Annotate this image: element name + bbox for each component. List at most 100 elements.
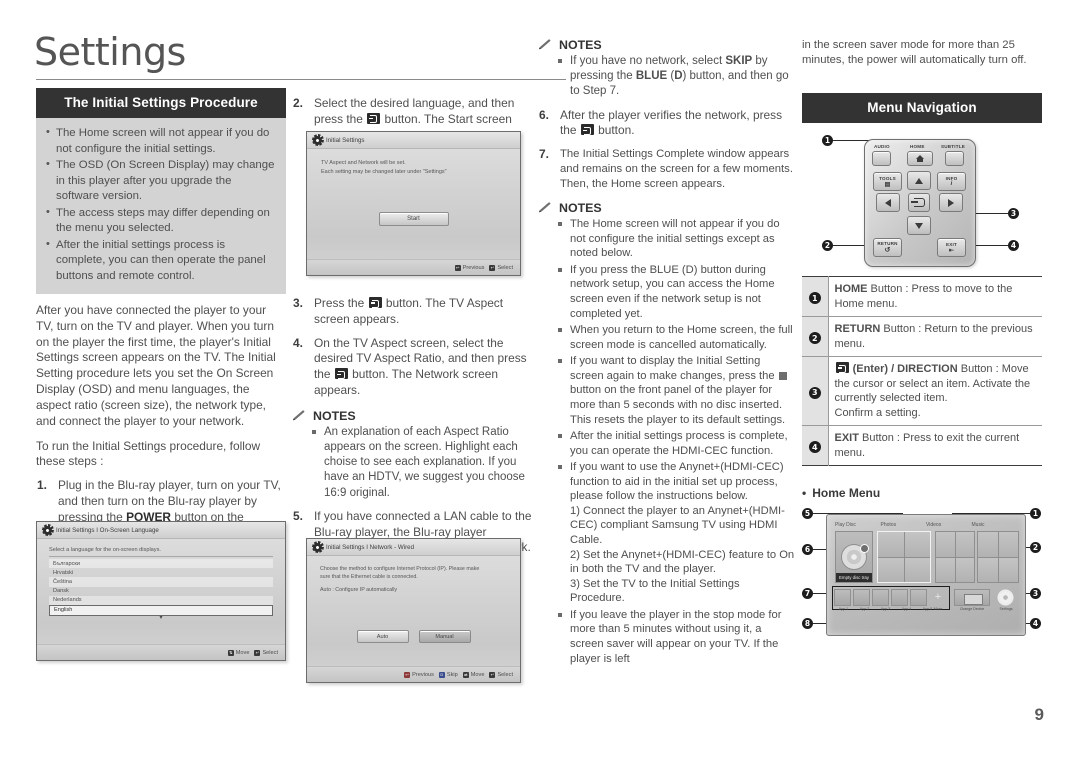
network-message-line2: sure that the Ethernet cable is connecte…	[320, 574, 418, 581]
down-button[interactable]	[907, 216, 931, 235]
photos-tile-grid[interactable]	[877, 531, 931, 583]
tab-videos[interactable]: Videos	[926, 522, 972, 528]
enter-button[interactable]	[908, 193, 930, 212]
language-option[interactable]: Čeština	[49, 577, 273, 587]
audio-button[interactable]	[872, 151, 891, 166]
divider	[49, 556, 273, 557]
exit-button[interactable]: EXIT ⇤	[937, 238, 966, 257]
button-desc: Button : Press to exit the current menu.	[834, 432, 1020, 459]
footer-previous: ↩ Previous	[404, 671, 434, 678]
callout-number: 1	[808, 292, 821, 305]
footer-select: ↵ Select	[489, 671, 513, 678]
language-option[interactable]: Nederlands	[49, 595, 273, 605]
auto-button[interactable]: Auto	[356, 630, 409, 644]
table-desc-cell: HOME Button : Press to move to the Home …	[828, 277, 1042, 317]
videos-tile-grid[interactable]	[935, 531, 975, 583]
pencil-icon	[292, 410, 305, 421]
tab-music[interactable]: Music	[972, 522, 1018, 528]
callout-6: 6	[802, 544, 813, 555]
notes-header-col2: NOTES	[292, 409, 532, 423]
footer-select: ↵ Select	[489, 264, 513, 271]
language-prompt: Select a language for the on-screen disp…	[49, 547, 161, 553]
steps-list-col3: 6. After the player verifies the network,…	[538, 108, 796, 192]
right-button[interactable]	[939, 193, 963, 212]
callout-2: 2	[822, 240, 833, 251]
change-device-button[interactable]	[954, 589, 990, 606]
app-tile-4[interactable]	[891, 589, 908, 606]
home-tabs: Play Disc Photos Videos Music	[835, 522, 1017, 528]
tools-button[interactable]: TOOLS ▤	[873, 172, 902, 191]
column-one: The Initial Settings Procedure The Home …	[36, 88, 286, 557]
home-button[interactable]	[907, 151, 933, 166]
pencil-icon	[538, 202, 551, 213]
app-tile-3[interactable]	[872, 589, 889, 606]
column-two-mid: 3. Press the button. The TV Aspect screen…	[292, 288, 532, 556]
more-button[interactable]: +	[930, 589, 946, 605]
step-number: 6.	[539, 107, 549, 122]
home-menu-diagram: 5 6 7 8 1 2 3 4 Play Disc Photos Videos …	[802, 504, 1042, 644]
network-auto-hint: Auto : Configure IP automatically	[320, 587, 398, 594]
manual-page: Settings The Initial Settings Procedure …	[0, 0, 1080, 761]
tv-titlebar: Initial Settings	[307, 132, 520, 149]
enter-icon: ↵	[254, 649, 261, 656]
start-button[interactable]: Start	[378, 212, 449, 226]
language-option[interactable]: Български	[49, 559, 273, 569]
note-item: The access steps may differ depending on…	[44, 205, 276, 237]
callout-3b: 3	[1030, 588, 1041, 599]
language-option[interactable]: Hrvatski	[49, 568, 273, 577]
tv-content: TV Aspect and Network will be set. Each …	[307, 149, 520, 275]
footer-skip: D Skip	[438, 671, 458, 678]
scroll-down-icon: ▾	[159, 614, 163, 621]
footer-previous-label: Previous	[412, 671, 434, 678]
column-three: NOTES If you have no network, select SKI…	[538, 38, 796, 666]
return-button[interactable]: RETURN ↺	[873, 238, 902, 257]
callout-number: 4	[808, 441, 821, 454]
info-button[interactable]: INFO i	[937, 172, 966, 191]
settings-button[interactable]	[997, 589, 1014, 606]
footer-select-label: Select	[497, 264, 513, 271]
return-icon: ↩	[454, 264, 461, 271]
home-icon	[915, 154, 925, 163]
tab-play-disc[interactable]: Play Disc	[835, 522, 881, 528]
network-message-line1: Choose the method to configure Internet …	[320, 566, 480, 572]
arrow-left-icon	[885, 198, 891, 207]
gear-icon	[999, 591, 1012, 604]
footer-previous-label: Previous	[462, 264, 485, 271]
button-name: EXIT	[834, 432, 859, 445]
enter-button-icon	[334, 368, 348, 380]
manual-button[interactable]: Manual	[418, 630, 471, 644]
table-callout-cell: 4	[802, 425, 829, 466]
enter-icon	[910, 198, 925, 207]
disc-badge-icon	[860, 544, 869, 553]
arrow-down-icon	[915, 222, 923, 229]
callout-4b: 4	[1030, 618, 1041, 629]
app-tile-1[interactable]	[834, 589, 851, 606]
up-button[interactable]	[907, 171, 931, 190]
gear-icon	[313, 135, 322, 145]
play-disc-tile[interactable]: Empty disc tray	[835, 531, 873, 583]
skip-keyword: SKIP	[725, 55, 753, 67]
note-item: The Home screen will not appear if you d…	[44, 125, 276, 157]
enter-button-icon	[368, 297, 382, 308]
start-message-line2: Each setting may be changed later under …	[321, 168, 447, 175]
music-tile-grid[interactable]	[977, 531, 1019, 583]
step-number: 3.	[293, 296, 303, 310]
notes-header-1-col3: NOTES	[538, 38, 796, 52]
note-item: The Home screen will not appear if you d…	[556, 217, 796, 261]
subtitle-button[interactable]	[945, 151, 964, 166]
app-tile-2[interactable]	[853, 589, 870, 606]
language-option[interactable]: Dansk	[49, 587, 273, 596]
info-glyph: i	[950, 181, 953, 187]
arrow-up-icon	[915, 177, 923, 184]
footer-move-label: Move	[235, 649, 250, 656]
section-header-menu-navigation: Menu Navigation	[802, 93, 1042, 123]
step-3: 3. Press the button. The TV Aspect screen…	[292, 296, 532, 328]
app-tile-5[interactable]	[910, 589, 927, 606]
left-button[interactable]	[876, 193, 900, 212]
more-label: More	[933, 607, 943, 611]
empty-tray-label: Empty disc tray	[836, 573, 872, 582]
notes-title: NOTES	[559, 201, 602, 216]
tab-photos[interactable]: Photos	[881, 522, 927, 528]
notes-list-col2: An explanation of each Aspect Ratio appe…	[292, 425, 532, 501]
column-four: in the screen saver mode for more than 2…	[802, 38, 1042, 68]
